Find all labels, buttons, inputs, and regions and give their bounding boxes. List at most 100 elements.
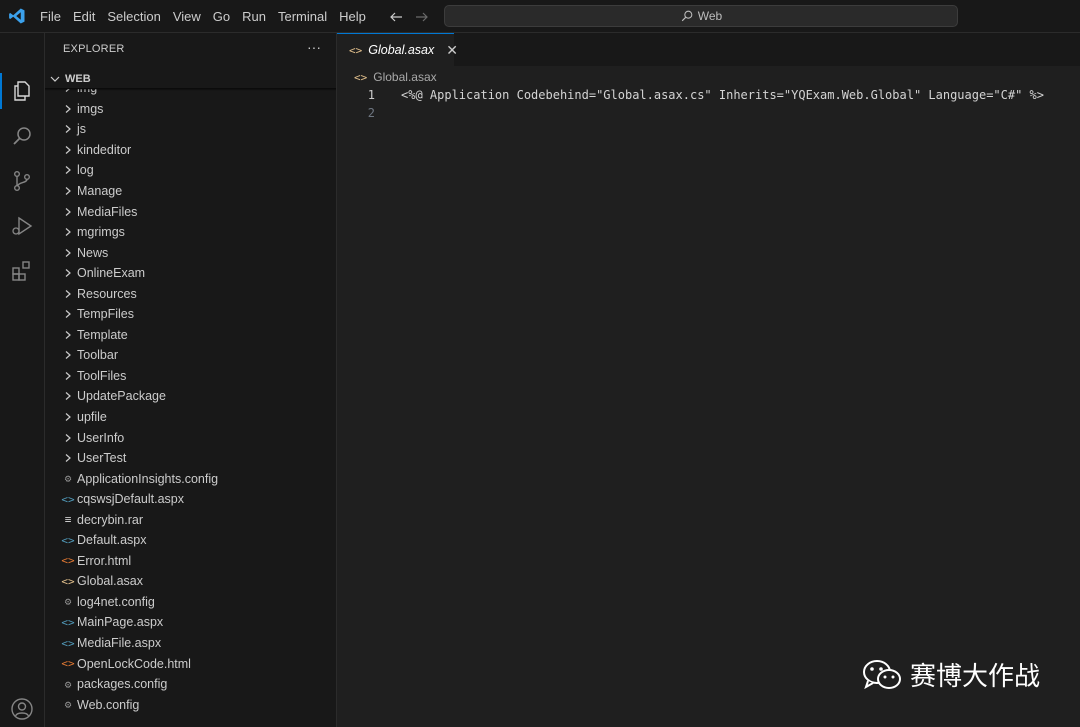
folder-item[interactable]: TempFiles xyxy=(45,304,336,325)
search-icon[interactable] xyxy=(10,124,34,148)
folder-item[interactable]: kindeditor xyxy=(45,140,336,161)
nav-arrows xyxy=(388,0,430,33)
chevron-right-icon xyxy=(62,287,74,301)
file-item[interactable]: <> Error.html xyxy=(45,551,336,572)
explorer-title: EXPLORER xyxy=(63,43,125,55)
menu-bar: File Edit Selection View Go Run Terminal Help xyxy=(34,0,372,33)
tree-item-label: TempFiles xyxy=(77,307,134,322)
menu-help[interactable]: Help xyxy=(333,0,372,33)
chevron-right-icon xyxy=(62,410,74,424)
file-item[interactable]: <> MainPage.aspx xyxy=(45,612,336,633)
chevron-right-icon xyxy=(62,205,74,219)
menu-run[interactable]: Run xyxy=(236,0,272,33)
menu-selection[interactable]: Selection xyxy=(101,0,166,33)
close-icon[interactable]: ✕ xyxy=(446,42,458,59)
tree-item-label: UpdatePackage xyxy=(77,389,166,404)
line-number: 1 xyxy=(367,88,375,102)
aspx-file-icon: <> xyxy=(61,492,75,506)
chevron-right-icon xyxy=(62,389,74,403)
tree-item-label: Web.config xyxy=(77,697,140,712)
code-line[interactable]: 1 <%@ Application Codebehind="Global.asax… xyxy=(337,86,1080,104)
file-item[interactable]: <> MediaFile.aspx xyxy=(45,633,336,654)
chevron-right-icon xyxy=(62,369,74,383)
menu-go[interactable]: Go xyxy=(207,0,236,33)
folder-item[interactable]: upfile xyxy=(45,407,336,428)
tree-item-label: ApplicationInsights.config xyxy=(77,471,219,486)
folder-item[interactable]: js xyxy=(45,119,336,140)
menu-edit[interactable]: Edit xyxy=(67,0,101,33)
file-item[interactable]: ⚙ packages.config xyxy=(45,674,336,695)
explorer-sidebar: EXPLORER ··· WEB imgimgsjskindeditorlogM… xyxy=(45,33,337,727)
folder-item[interactable]: UserTest xyxy=(45,448,336,469)
folder-item[interactable]: mgrimgs xyxy=(45,222,336,243)
tree-item-label: Error.html xyxy=(77,553,132,568)
more-actions-icon[interactable]: ··· xyxy=(307,39,321,55)
file-item[interactable]: ≡ decrybin.rar xyxy=(45,509,336,530)
folder-item[interactable]: OnlineExam xyxy=(45,263,336,284)
gear-icon: ⚙ xyxy=(64,698,72,712)
chevron-down-icon xyxy=(50,76,60,82)
folder-item[interactable]: Resources xyxy=(45,283,336,304)
code-editor[interactable]: 1 <%@ Application Codebehind="Global.asax… xyxy=(337,86,1080,727)
code-line[interactable]: 2 xyxy=(337,104,1080,122)
chevron-right-icon xyxy=(62,451,74,465)
folder-item[interactable]: ToolFiles xyxy=(45,366,336,387)
scroll-shadow xyxy=(45,88,336,91)
file-item[interactable]: <> Global.asax xyxy=(45,571,336,592)
folder-item[interactable]: News xyxy=(45,242,336,263)
chevron-right-icon xyxy=(62,122,74,136)
forward-arrow-icon[interactable] xyxy=(414,9,430,25)
tree-item-label: News xyxy=(77,245,109,260)
tree-item-label: UserInfo xyxy=(77,430,125,445)
menu-view[interactable]: View xyxy=(167,0,207,33)
folder-item[interactable]: Manage xyxy=(45,181,336,202)
tree-item-label: OpenLockCode.html xyxy=(77,656,191,671)
file-item[interactable]: <> cqswsjDefault.aspx xyxy=(45,489,336,510)
breadcrumb[interactable]: <> Global.asax xyxy=(354,68,437,86)
run-debug-icon[interactable] xyxy=(10,214,34,238)
tree-item-label: imgs xyxy=(77,101,104,116)
folder-item[interactable]: log xyxy=(45,160,336,181)
tree-item-label: MediaFiles xyxy=(77,204,138,219)
command-center-search[interactable]: Web xyxy=(444,5,958,27)
aspx-file-icon: <> xyxy=(61,636,75,650)
wechat-logo-icon xyxy=(863,659,901,689)
code-text[interactable]: <%@ Application Codebehind="Global.asax.… xyxy=(401,88,1044,102)
tree-item-label: log xyxy=(77,163,94,178)
folder-item[interactable]: Template xyxy=(45,325,336,346)
tab-global-asax[interactable]: <> Global.asax ✕ xyxy=(337,33,458,66)
chevron-right-icon xyxy=(62,266,74,280)
tree-item-label: mgrimgs xyxy=(77,225,125,240)
folder-item[interactable]: imgs xyxy=(45,99,336,120)
file-item[interactable]: ⚙ ApplicationInsights.config xyxy=(45,468,336,489)
tree-item-label: Default.aspx xyxy=(77,533,147,548)
search-icon xyxy=(681,10,693,22)
file-item[interactable]: ⚙ log4net.config xyxy=(45,592,336,613)
tree-item-label: UserTest xyxy=(77,451,127,466)
search-text: Web xyxy=(697,9,723,23)
file-item[interactable]: <> Default.aspx xyxy=(45,530,336,551)
back-arrow-icon[interactable] xyxy=(388,9,404,25)
chevron-right-icon xyxy=(62,102,74,116)
file-item[interactable]: ⚙ Web.config xyxy=(45,694,336,715)
source-control-icon[interactable] xyxy=(10,169,34,193)
tree-item-label: Global.asax xyxy=(77,574,144,589)
menu-file[interactable]: File xyxy=(34,0,67,33)
tree-item-label: MediaFile.aspx xyxy=(77,636,162,651)
explorer-icon[interactable] xyxy=(10,79,34,103)
text-file-icon: ≡ xyxy=(64,513,72,527)
extensions-icon[interactable] xyxy=(10,259,34,283)
vscode-logo-icon xyxy=(9,8,25,24)
tree-item-label: packages.config xyxy=(77,677,168,692)
file-tree: imgimgsjskindeditorlogManageMediaFilesmg… xyxy=(45,89,336,727)
breadcrumb-file[interactable]: Global.asax xyxy=(373,70,436,84)
account-icon[interactable] xyxy=(10,697,34,721)
file-item[interactable]: <> OpenLockCode.html xyxy=(45,653,336,674)
folder-item[interactable]: Toolbar xyxy=(45,345,336,366)
folder-item[interactable]: UpdatePackage xyxy=(45,386,336,407)
folder-item[interactable]: UserInfo xyxy=(45,427,336,448)
folder-item[interactable]: MediaFiles xyxy=(45,201,336,222)
workspace-root[interactable]: WEB xyxy=(49,69,91,89)
active-indicator xyxy=(0,73,2,109)
menu-terminal[interactable]: Terminal xyxy=(272,0,333,33)
